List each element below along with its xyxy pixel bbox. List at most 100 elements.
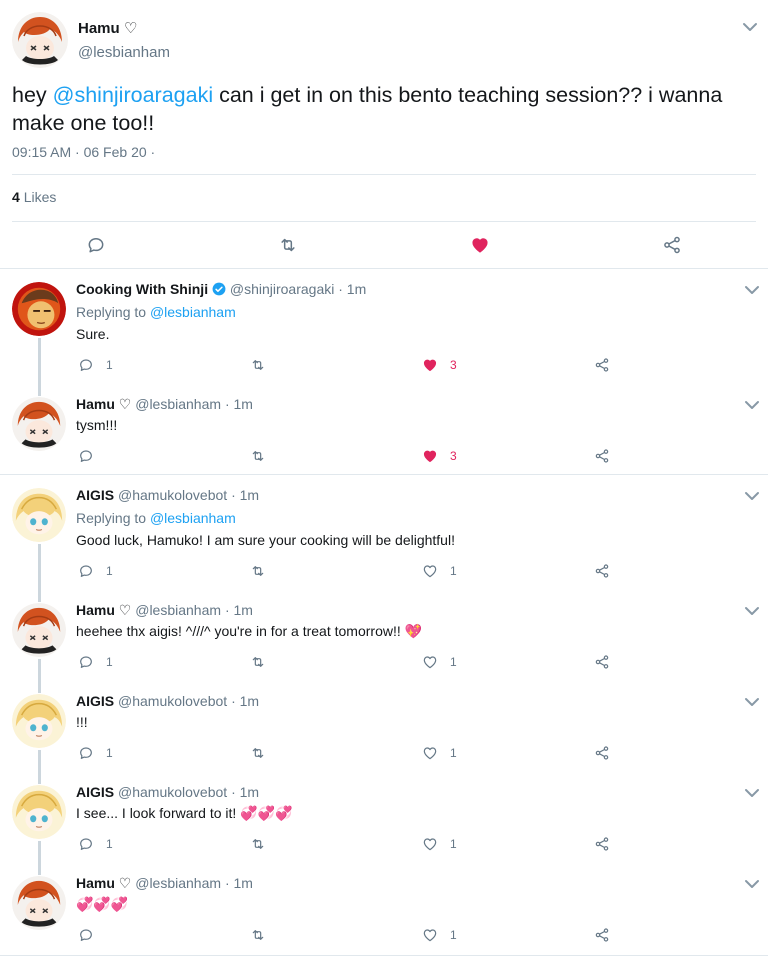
- reply-author-name[interactable]: AIGIS: [76, 487, 114, 503]
- reply-avatar[interactable]: [12, 876, 66, 930]
- retweet-icon: [250, 357, 266, 373]
- reply-menu-chevron-icon[interactable]: [744, 697, 760, 707]
- reply-author-handle[interactable]: @hamukolovebot: [118, 487, 227, 503]
- heart-icon: [422, 563, 438, 579]
- reply-time[interactable]: · 1m: [231, 784, 259, 800]
- like-button[interactable]: 1: [422, 654, 457, 670]
- retweet-button[interactable]: [250, 448, 266, 464]
- main-retweet-icon[interactable]: [278, 235, 298, 255]
- replying-to-link[interactable]: @lesbianham: [150, 510, 236, 526]
- reply-button[interactable]: 1: [78, 836, 113, 852]
- verified-badge-icon: [212, 282, 226, 296]
- replying-to: Replying to @lesbianham: [76, 304, 236, 320]
- reply-button[interactable]: [78, 927, 94, 943]
- divider: [0, 955, 768, 956]
- main-reply-icon[interactable]: [86, 235, 106, 255]
- heart-filled-icon: [422, 448, 438, 464]
- share-button[interactable]: [594, 927, 610, 943]
- reply-time[interactable]: · 1m: [225, 875, 253, 891]
- share-button[interactable]: [594, 563, 610, 579]
- share-button[interactable]: [594, 745, 610, 761]
- share-button[interactable]: [594, 448, 610, 464]
- reply-button[interactable]: 1: [78, 654, 113, 670]
- main-author-name[interactable]: Hamu ♡: [78, 19, 137, 37]
- reply-avatar[interactable]: [12, 785, 66, 839]
- reply-author-name[interactable]: Hamu ♡: [76, 602, 131, 618]
- reply-header: AIGIS @hamukolovebot · 1m: [76, 784, 259, 800]
- aigis-avatar-image: [12, 488, 66, 542]
- hamu-avatar-image: [12, 397, 66, 451]
- share-button[interactable]: [594, 654, 610, 670]
- reply-menu-chevron-icon[interactable]: [744, 606, 760, 616]
- retweet-icon: [250, 927, 266, 943]
- likes-summary[interactable]: 4 Likes: [12, 189, 56, 205]
- share-icon: [594, 448, 610, 464]
- reply-time[interactable]: · 1m: [225, 602, 253, 618]
- reply-button[interactable]: 1: [78, 745, 113, 761]
- main-tweet-menu-chevron-icon[interactable]: [742, 22, 758, 32]
- reply-author-name[interactable]: AIGIS: [76, 784, 114, 800]
- reply-icon: [78, 357, 94, 373]
- reply-header: Cooking With Shinji @shinjiroaragaki · 1…: [76, 281, 366, 297]
- reply-avatar[interactable]: [12, 488, 66, 542]
- reply-avatar[interactable]: [12, 694, 66, 748]
- reply-author-handle[interactable]: @shinjiroaragaki: [230, 281, 334, 297]
- retweet-button[interactable]: [250, 654, 266, 670]
- reply-button[interactable]: 1: [78, 563, 113, 579]
- like-button[interactable]: 1: [422, 927, 457, 943]
- heart-filled-icon: [422, 357, 438, 373]
- like-button[interactable]: 1: [422, 836, 457, 852]
- like-button[interactable]: 1: [422, 563, 457, 579]
- reply-author-handle[interactable]: @lesbianham: [135, 602, 221, 618]
- main-like-icon[interactable]: [470, 235, 490, 255]
- main-mention-link[interactable]: @shinjiroaragaki: [53, 83, 213, 107]
- main-share-icon[interactable]: [662, 235, 682, 255]
- reply-author-name[interactable]: Cooking With Shinji: [76, 281, 208, 297]
- main-avatar[interactable]: [12, 12, 68, 68]
- reply-author-name[interactable]: Hamu ♡: [76, 396, 131, 412]
- reply-author-name[interactable]: Hamu ♡: [76, 875, 131, 891]
- like-button[interactable]: 3: [422, 357, 457, 373]
- reply-menu-chevron-icon[interactable]: [744, 879, 760, 889]
- retweet-button[interactable]: [250, 357, 266, 373]
- like-button[interactable]: 3: [422, 448, 457, 464]
- reply-time[interactable]: · 1m: [231, 693, 259, 709]
- share-button[interactable]: [594, 357, 610, 373]
- reply-menu-chevron-icon[interactable]: [744, 285, 760, 295]
- share-button[interactable]: [594, 836, 610, 852]
- reply-time[interactable]: · 1m: [225, 396, 253, 412]
- reply-author-handle[interactable]: @hamukolovebot: [118, 693, 227, 709]
- retweet-button[interactable]: [250, 745, 266, 761]
- reply-author-handle[interactable]: @lesbianham: [135, 396, 221, 412]
- reply-button[interactable]: [78, 448, 94, 464]
- reply-author-name[interactable]: AIGIS: [76, 693, 114, 709]
- reply-count: 1: [106, 655, 113, 669]
- retweet-button[interactable]: [250, 836, 266, 852]
- reply-time[interactable]: · 1m: [338, 281, 366, 297]
- reply-avatar[interactable]: [12, 603, 66, 657]
- reply-time[interactable]: · 1m: [231, 487, 259, 503]
- reply-count: 1: [106, 746, 113, 760]
- main-author-handle[interactable]: @lesbianham: [78, 44, 170, 61]
- reply-menu-chevron-icon[interactable]: [744, 491, 760, 501]
- retweet-button[interactable]: [250, 563, 266, 579]
- reply-button[interactable]: 1: [78, 357, 113, 373]
- reply-author-handle[interactable]: @lesbianham: [135, 875, 221, 891]
- reply-avatar[interactable]: [12, 282, 66, 336]
- replying-to-link[interactable]: @lesbianham: [150, 304, 236, 320]
- hamu-avatar-image: [12, 876, 66, 930]
- retweet-button[interactable]: [250, 927, 266, 943]
- reply-avatar[interactable]: [12, 397, 66, 451]
- divider: [0, 474, 768, 475]
- reply-author-handle[interactable]: @hamukolovebot: [118, 784, 227, 800]
- reply-menu-chevron-icon[interactable]: [744, 788, 760, 798]
- main-tweet-timestamp[interactable]: 09:15 AM · 06 Feb 20 ·: [12, 144, 155, 160]
- reply-text: I see... I look forward to it! 💞💞💞: [76, 805, 293, 821]
- like-button[interactable]: 1: [422, 745, 457, 761]
- hamu-avatar-image: [12, 12, 68, 68]
- reply-text: tysm!!!: [76, 417, 118, 433]
- reply-menu-chevron-icon[interactable]: [744, 400, 760, 410]
- hamu-avatar-image: [12, 603, 66, 657]
- retweet-icon: [250, 563, 266, 579]
- retweet-icon: [250, 654, 266, 670]
